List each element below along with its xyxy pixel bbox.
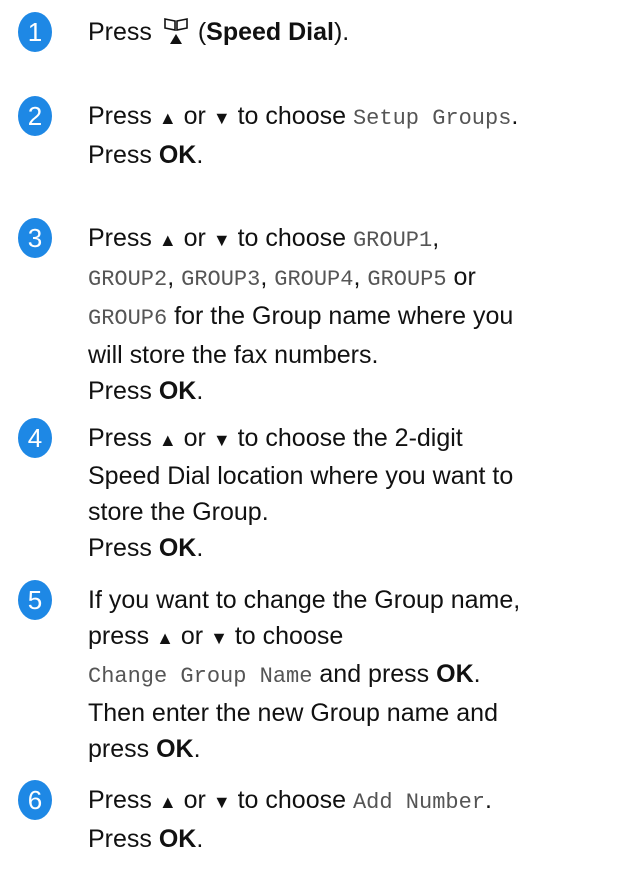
down-arrow-icon: ▼ bbox=[212, 108, 231, 128]
step-text: Press ▲ or ▼ to choose Setup Groups. Pre… bbox=[88, 102, 519, 169]
ok-key: OK bbox=[158, 377, 197, 405]
menu-option: GROUP6 bbox=[88, 306, 168, 331]
ok-key: OK bbox=[158, 141, 197, 169]
step-text: Press (Speed Dial). bbox=[88, 16, 350, 46]
step-number-badge: 5 bbox=[18, 580, 52, 620]
step-text: Press ▲ or ▼ to choose GROUP1, GROUP2, G… bbox=[88, 224, 514, 405]
up-arrow-icon: ▲ bbox=[158, 430, 177, 450]
step-number-badge: 4 bbox=[18, 418, 52, 458]
ok-key: OK bbox=[158, 534, 197, 562]
down-arrow-icon: ▼ bbox=[212, 792, 231, 812]
down-arrow-icon: ▼ bbox=[212, 430, 231, 450]
step-text: Press ▲ or ▼ to choose Add Number. Press… bbox=[88, 786, 492, 853]
step-number-badge: 2 bbox=[18, 96, 52, 136]
menu-option: GROUP1 bbox=[352, 228, 433, 253]
up-arrow-icon: ▲ bbox=[158, 108, 177, 128]
ok-key: OK bbox=[436, 660, 474, 688]
step-number-badge: 1 bbox=[18, 12, 52, 52]
menu-option: GROUP2 bbox=[88, 267, 168, 292]
menu-option: Add Number bbox=[352, 790, 486, 815]
speed-dial-icon bbox=[163, 16, 189, 46]
menu-option: GROUP5 bbox=[367, 267, 447, 292]
menu-option: GROUP4 bbox=[274, 267, 354, 292]
step-number-badge: 3 bbox=[18, 218, 52, 258]
ok-key: OK bbox=[158, 825, 197, 853]
up-arrow-icon: ▲ bbox=[158, 230, 177, 250]
down-arrow-icon: ▼ bbox=[210, 628, 228, 648]
menu-option: GROUP3 bbox=[181, 267, 261, 292]
step-text: If you want to change the Group name, pr… bbox=[88, 586, 521, 763]
up-arrow-icon: ▲ bbox=[158, 792, 177, 812]
instruction-page: 1 Press (Speed Dial). 2 Press ▲ or ▼ to … bbox=[0, 0, 624, 877]
menu-option: Setup Groups bbox=[352, 106, 512, 131]
step-number-badge: 6 bbox=[18, 780, 52, 820]
up-arrow-icon: ▲ bbox=[156, 628, 174, 648]
step-text: Press ▲ or ▼ to choose the 2-digit Speed… bbox=[88, 424, 514, 562]
menu-option: Change Group Name bbox=[88, 664, 313, 689]
down-arrow-icon: ▼ bbox=[212, 230, 231, 250]
ok-key: OK bbox=[156, 735, 194, 763]
